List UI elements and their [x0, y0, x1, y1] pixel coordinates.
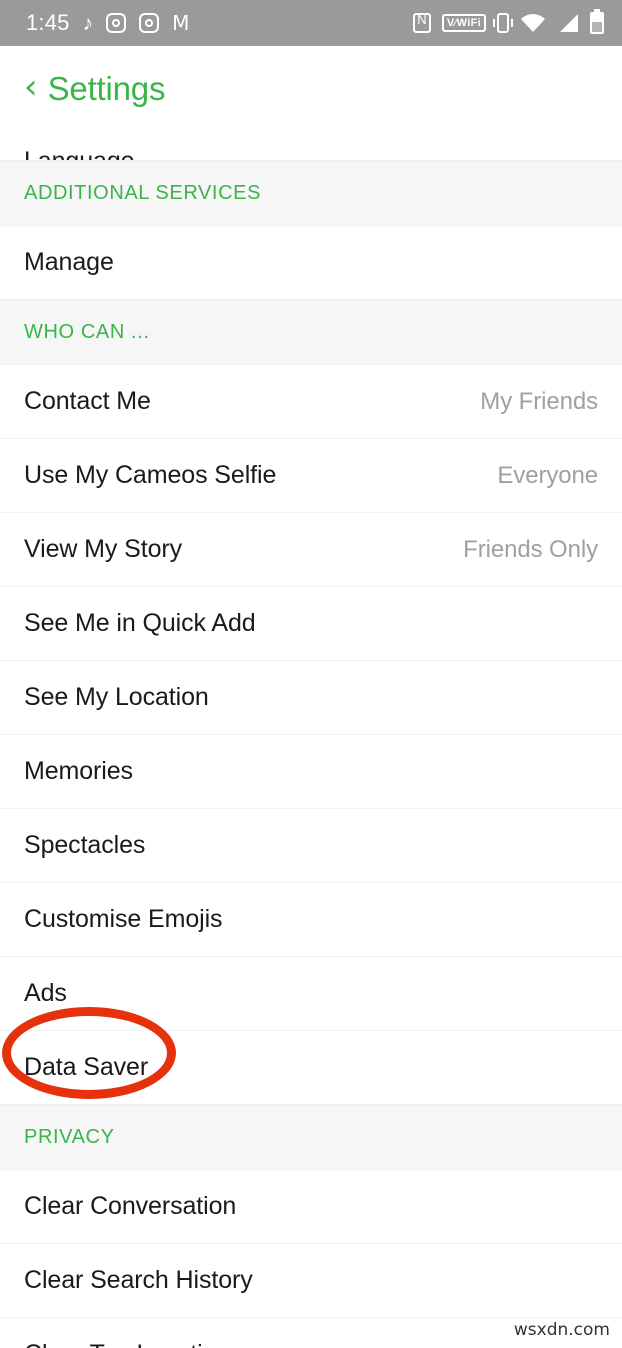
- list-item-use-my-cameos-selfie[interactable]: Use My Cameos Selfie Everyone: [0, 439, 622, 513]
- section-header-label: WHO CAN ...: [24, 321, 150, 343]
- settings-list: Language ADDITIONAL SERVICES Manage WHO CAN…: [0, 131, 622, 1348]
- section-header-additional-services: ADDITIONAL SERVICES: [0, 161, 622, 226]
- list-item-see-my-location[interactable]: See My Location: [0, 661, 622, 735]
- list-item-label: Clear Search History: [24, 1266, 253, 1294]
- list-item-manage[interactable]: Manage: [0, 226, 622, 300]
- list-item-value: My Friends: [480, 387, 598, 415]
- list-item-label: Manage: [24, 248, 114, 276]
- list-item-label: Language: [24, 147, 135, 161]
- list-item-customise-emojis[interactable]: Customise Emojis: [0, 883, 622, 957]
- nfc-icon: [412, 12, 431, 33]
- list-item-label: Data Saver: [24, 1053, 149, 1081]
- list-item-spectacles[interactable]: Spectacles: [0, 809, 622, 883]
- navigation-bar: ‹ Settings: [0, 46, 622, 131]
- volte-wifi-icon: V⁄WiFi: [441, 13, 486, 33]
- list-item-value: Friends Only: [463, 535, 598, 563]
- list-item-language[interactable]: Language: [0, 131, 622, 161]
- list-item-label: Ads: [24, 979, 67, 1007]
- section-header-label: ADDITIONAL SERVICES: [24, 182, 262, 204]
- section-header-who-can: WHO CAN ...: [0, 300, 622, 365]
- list-item-clear-conversation[interactable]: Clear Conversation: [0, 1170, 622, 1244]
- list-item-ads[interactable]: Ads: [0, 957, 622, 1031]
- battery-icon: [590, 9, 604, 34]
- list-item-see-me-in-quick-add[interactable]: See Me in Quick Add: [0, 587, 622, 661]
- phone-screen: 1:45 ♪ M V⁄WiFi ‹ Settings Language ADDIT…: [0, 0, 622, 1348]
- list-item-label: Spectacles: [24, 831, 146, 859]
- list-item-contact-me[interactable]: Contact Me My Friends: [0, 365, 622, 439]
- list-item-data-saver[interactable]: Data Saver: [0, 1031, 622, 1105]
- list-item-value: Everyone: [497, 461, 598, 489]
- music-note-icon: ♪: [82, 11, 94, 35]
- list-item-label: See My Location: [24, 683, 209, 711]
- status-bar: 1:45 ♪ M V⁄WiFi: [0, 0, 622, 46]
- list-item-memories[interactable]: Memories: [0, 735, 622, 809]
- section-header-privacy: PRIVACY: [0, 1105, 622, 1170]
- list-item-clear-search-history[interactable]: Clear Search History: [0, 1244, 622, 1318]
- page-title: Settings: [47, 69, 166, 107]
- status-time: 1:45: [26, 10, 70, 35]
- watermark: wsxdn.com: [513, 1320, 610, 1340]
- vibrate-icon: [493, 13, 513, 33]
- signal-icon: [557, 13, 579, 33]
- gmail-icon: M: [172, 11, 190, 35]
- list-item-label: Contact Me: [24, 387, 151, 415]
- instagram-icon: [106, 13, 127, 33]
- list-item-label: Use My Cameos Selfie: [24, 461, 277, 489]
- status-bar-left: 1:45 ♪ M: [26, 12, 189, 34]
- section-header-label: PRIVACY: [24, 1126, 115, 1148]
- list-item-label: View My Story: [24, 535, 183, 563]
- back-chevron-icon[interactable]: ‹: [18, 70, 48, 108]
- list-item-label: Clear Conversation: [24, 1192, 237, 1220]
- status-bar-right: V⁄WiFi: [412, 9, 604, 34]
- wifi-icon: [520, 13, 546, 33]
- list-item-label: Customise Emojis: [24, 905, 223, 933]
- list-item-label: Memories: [24, 757, 133, 785]
- list-item-view-my-story[interactable]: View My Story Friends Only: [0, 513, 622, 587]
- instagram-icon: [139, 13, 160, 33]
- list-item-label: See Me in Quick Add: [24, 609, 256, 637]
- list-item-label: Clear Top Locations: [24, 1340, 243, 1348]
